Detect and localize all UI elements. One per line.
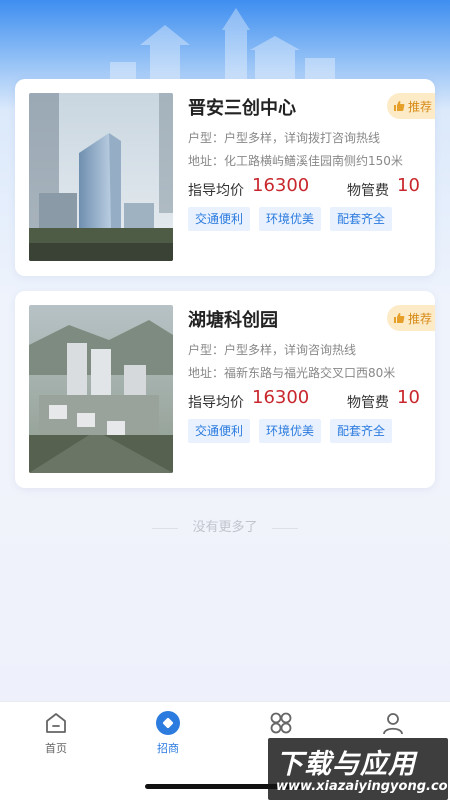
tag: 配套齐全	[330, 419, 393, 443]
listing-layout: 户型：户型多样，详询拨打咨询热线	[188, 131, 381, 145]
fee-label: 物管费	[347, 183, 389, 199]
tag: 交通便利	[188, 207, 251, 231]
listing-card[interactable]: 推荐 湖塘科创园 户型：户型多样，详询咨询热线 地址：福新东路与福光路交叉口西8…	[15, 291, 435, 488]
listing-layout: 户型：户型多样，详询咨询热线	[188, 343, 357, 357]
fee-value: 10	[397, 175, 420, 196]
price-label: 指导均价	[188, 183, 244, 199]
listing-address: 地址：福新东路与福光路交叉口西80米	[188, 366, 396, 380]
watermark-logo: 下载与应用 www.xiazaiyingyong.com	[268, 738, 450, 800]
invest-icon	[156, 711, 180, 735]
price-value: 16300	[252, 175, 310, 196]
price-value: 16300	[252, 387, 310, 408]
fee-value: 10	[397, 387, 420, 408]
thumbs-up-icon	[394, 101, 405, 111]
listing-title: 湖塘科创园	[188, 310, 278, 331]
price-row: 指导均价 16300 物管费 10	[188, 175, 424, 201]
listing-photo	[29, 305, 173, 473]
listing-photo	[29, 93, 173, 261]
no-more-text: 没有更多了	[0, 516, 450, 535]
recommend-badge: 推荐	[387, 93, 435, 119]
tab-invest[interactable]: 招商	[112, 710, 224, 756]
user-icon	[383, 713, 403, 735]
tab-services[interactable]	[225, 710, 337, 740]
price-label: 指导均价	[188, 395, 244, 411]
tag: 配套齐全	[330, 207, 393, 231]
listing-card[interactable]: 推荐 晋安三创中心 户型：户型多样，详询拨打咨询热线 地址：化工路横屿鳝溪佳园南…	[15, 79, 435, 276]
home-icon	[46, 713, 66, 733]
thumbs-up-icon	[394, 313, 405, 323]
price-row: 指导均价 16300 物管费 10	[188, 387, 424, 413]
grid-icon	[270, 712, 292, 734]
listing-title: 晋安三创中心	[188, 98, 296, 119]
recommend-badge: 推荐	[387, 305, 435, 331]
tab-profile[interactable]	[337, 710, 449, 740]
tab-home[interactable]: 首页	[0, 710, 112, 756]
feature-tags: 交通便利 环境优美 配套齐全	[188, 419, 393, 443]
city-skyline-decoration	[110, 8, 335, 90]
tag: 交通便利	[188, 419, 251, 443]
tag: 环境优美	[259, 419, 322, 443]
tag: 环境优美	[259, 207, 322, 231]
listing-address: 地址：化工路横屿鳝溪佳园南侧约150米	[188, 154, 403, 168]
fee-label: 物管费	[347, 395, 389, 411]
feature-tags: 交通便利 环境优美 配套齐全	[188, 207, 393, 231]
